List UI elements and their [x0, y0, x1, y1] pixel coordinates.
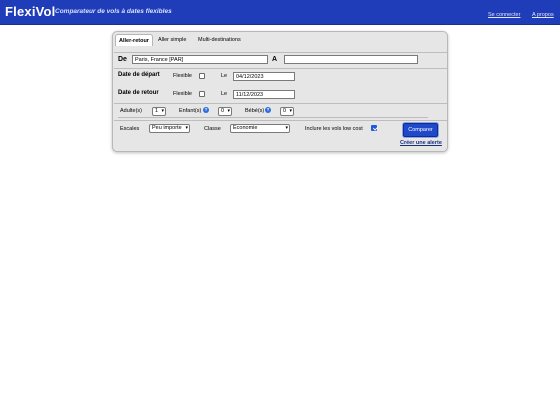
tagline: Comparateur de vols à dates flexibles [55, 8, 172, 15]
tab-round-trip[interactable]: Aller-retour [115, 34, 153, 46]
departure-flexible-checkbox[interactable] [199, 73, 205, 79]
adults-value: 1 [155, 108, 159, 114]
route-row: De A [114, 52, 447, 67]
departure-date-label: Le [221, 73, 228, 79]
babies-select[interactable]: 0 ▾ [280, 107, 294, 116]
chevron-down-icon: ▾ [185, 125, 188, 131]
departure-date-input[interactable] [233, 72, 295, 81]
login-link[interactable]: Se connecter [488, 12, 520, 18]
lowcost-checkbox[interactable] [371, 125, 377, 131]
children-value: 0 [221, 108, 225, 114]
return-flexible-checkbox[interactable] [199, 91, 205, 97]
to-label: A [272, 56, 278, 63]
babies-value: 0 [283, 108, 287, 114]
options-row: Escales Peu importe ▾ Classe Economie ▾ In… [114, 120, 447, 151]
stops-value: Peu importe [152, 125, 182, 131]
return-flexible-label: Flexible [173, 91, 192, 97]
help-icon[interactable]: ? [265, 107, 271, 113]
return-date-input[interactable] [233, 90, 295, 99]
return-label: Date de retour [118, 90, 159, 96]
class-select[interactable]: Economie ▾ [230, 124, 290, 133]
top-bar: FlexiVol Comparateur de vols à dates fle… [0, 0, 560, 25]
adults-label: Adulte(s) [120, 108, 143, 114]
tab-one-way[interactable]: Aller simple [155, 34, 189, 46]
stops-label: Escales [120, 126, 140, 132]
children-label: Enfant(s) [179, 108, 202, 114]
logo[interactable]: FlexiVol [5, 4, 55, 19]
chevron-down-icon: ▾ [289, 108, 292, 114]
create-alert-link[interactable]: Créer une alerte [400, 140, 442, 146]
lowcost-label: Inclure les vols low cost [305, 126, 363, 132]
about-link[interactable]: A propos [532, 12, 554, 18]
to-input[interactable] [284, 55, 418, 64]
adults-select[interactable]: 1 ▾ [152, 107, 166, 116]
class-label: Classe [204, 126, 221, 132]
babies-label: Bébé(s) [245, 108, 265, 114]
from-label: De [118, 56, 127, 63]
class-value: Economie [233, 125, 258, 131]
search-panel: Aller-retour Aller simple Multi-destinat… [112, 31, 448, 152]
help-icon[interactable]: ? [203, 107, 209, 113]
chevron-down-icon: ▾ [161, 108, 164, 114]
children-select[interactable]: 0 ▾ [218, 107, 232, 116]
from-input[interactable] [132, 55, 268, 64]
stops-select[interactable]: Peu importe ▾ [149, 124, 190, 133]
return-date-label: Le [221, 91, 228, 97]
passengers-row: Adulte(s) 1 ▾ Enfant(s) ? 0 ▾ Bébé(s) ? 0 ▾ [114, 103, 447, 119]
chevron-down-icon: ▾ [227, 108, 230, 114]
departure-label: Date de départ [118, 72, 160, 78]
compare-button[interactable]: Comparer [403, 123, 438, 137]
departure-row: Date de départ Flexible Le [114, 68, 447, 88]
chevron-down-icon: ▾ [285, 125, 288, 131]
departure-flexible-label: Flexible [173, 73, 192, 79]
tab-multi-destination[interactable]: Multi-destinations [195, 34, 244, 46]
